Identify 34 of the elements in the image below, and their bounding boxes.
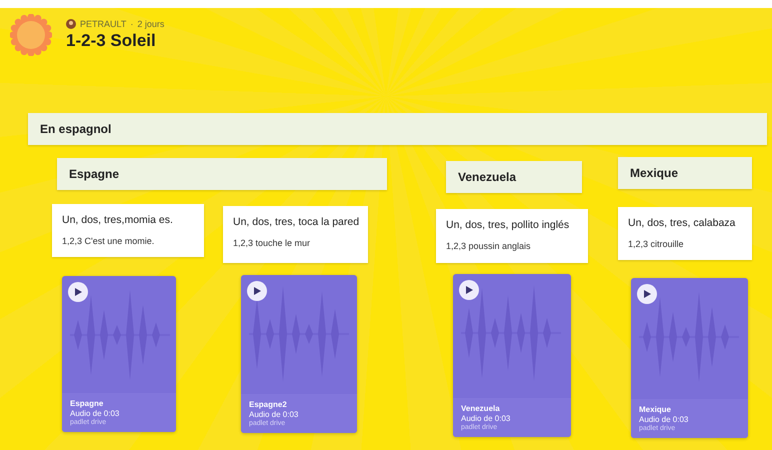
audio-title: Mexique (639, 405, 672, 414)
play-button[interactable] (637, 284, 657, 304)
play-icon (252, 286, 262, 296)
audio-duration: Audio de 0:03 (249, 410, 300, 419)
note-text: 1,2,3 citrouille (628, 239, 685, 249)
note-title: Un, dos, tres, toca la pared (233, 216, 358, 228)
audio-title: Espagne2 (249, 400, 288, 409)
column-header: Mexique (618, 157, 752, 189)
post-time: 2 jours (137, 19, 164, 29)
audio-duration: Audio de 0:03 (461, 414, 512, 423)
sun-icon (10, 14, 52, 56)
play-icon (642, 289, 652, 299)
note-title: Un, dos, tres,momia es. (62, 214, 174, 226)
note-title: Un, dos, tres, pollito inglés (446, 219, 570, 231)
audio-title: Espagne (70, 399, 104, 408)
audio-duration: Audio de 0:03 (70, 409, 120, 418)
column-header: Espagne (57, 158, 387, 190)
play-icon (73, 287, 83, 297)
play-button[interactable] (247, 281, 267, 301)
separator-dot: · (130, 19, 134, 29)
note-title: Un, dos, tres, calabaza (628, 217, 736, 229)
board-title: 1-2-3 Soleil (66, 31, 157, 51)
audio-title: Venezuela (461, 404, 501, 413)
audio-duration: Audio de 0:03 (639, 415, 690, 424)
play-button[interactable] (459, 280, 479, 300)
play-icon (464, 285, 474, 295)
avatar-icon (66, 19, 76, 29)
author-name: PETRAULT (80, 19, 126, 29)
note-text: 1,2,3 poussin anglais (446, 241, 532, 251)
note-text: 1,2,3 touche le mur (233, 238, 312, 248)
play-button[interactable] (68, 282, 88, 302)
note-text: 1,2,3 C'est une momie. (62, 236, 156, 246)
section-header: En espagnol (28, 113, 767, 145)
column-header: Venezuela (446, 161, 582, 193)
